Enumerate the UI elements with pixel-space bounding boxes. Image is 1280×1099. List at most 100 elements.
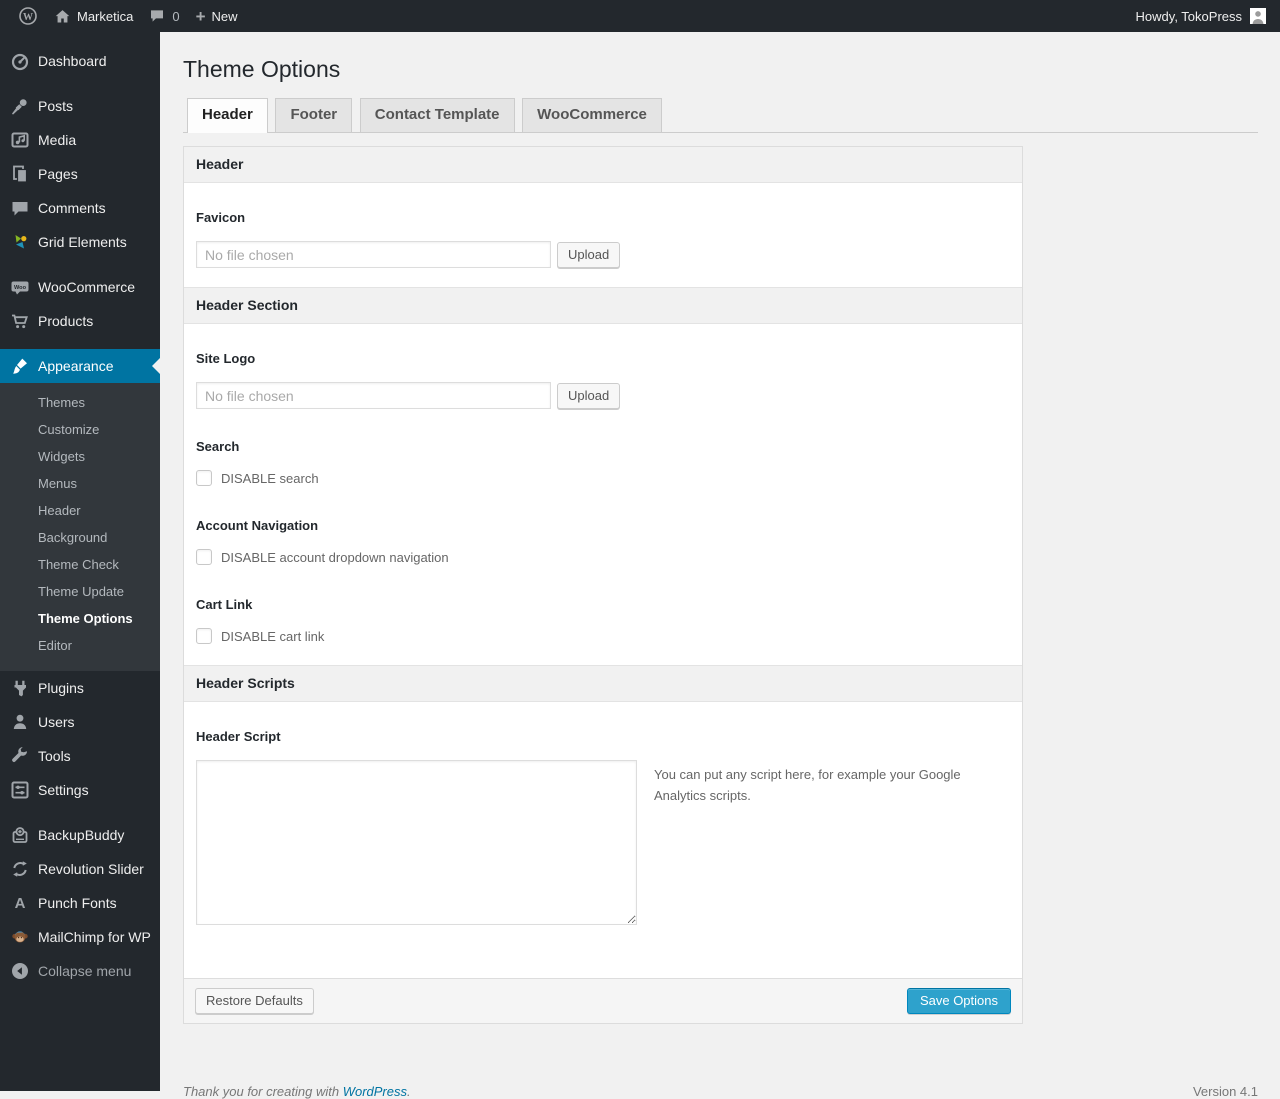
submenu-item-customize[interactable]: Customize [0,416,160,443]
page-footer: Thank you for creating with WordPress. V… [183,1084,1258,1099]
main-content: Theme Options Header Footer Contact Temp… [160,32,1280,1091]
user-icon [10,712,30,732]
disable-account-nav-checkbox[interactable] [196,549,212,565]
wordpress-link[interactable]: WordPress [343,1084,407,1099]
page-title: Theme Options [183,55,1258,84]
sidebar-item-settings[interactable]: Settings [0,773,160,807]
sidebar-item-label: Tools [38,748,71,764]
disable-search-checkbox[interactable] [196,470,212,486]
footer-thanks-text: Thank you for creating with WordPress. [183,1084,411,1099]
cart-icon [10,311,30,331]
panel-footer: Restore Defaults Save Options [184,978,1022,1023]
site-name-link[interactable]: Marketica [46,0,141,32]
sidebar-item-tools[interactable]: Tools [0,739,160,773]
comments-link[interactable]: 0 [141,0,187,32]
tab-footer[interactable]: Footer [275,98,352,132]
sidebar-item-label: Settings [38,782,89,798]
sidebar-item-punch-fonts[interactable]: A Punch Fonts [0,886,160,920]
sidebar-item-users[interactable]: Users [0,705,160,739]
plus-icon: + [196,8,206,25]
submenu-item-theme-options[interactable]: Theme Options [0,605,160,632]
section-heading-header-scripts: Header Scripts [184,665,1022,702]
menu-separator [0,78,160,89]
svg-text:W: W [23,12,33,23]
restore-defaults-button[interactable]: Restore Defaults [195,988,314,1014]
sliders-icon [10,780,30,800]
letter-a-icon: A [10,893,30,913]
cycle-arrows-icon [10,859,30,879]
footer-thanks-prefix: Thank you for creating with [183,1084,339,1099]
favicon-upload-button[interactable]: Upload [557,242,620,268]
submenu-item-theme-update[interactable]: Theme Update [0,578,160,605]
sidebar-item-label: BackupBuddy [38,827,124,843]
sidebar-item-label: MailChimp for WP [38,929,151,945]
account-navigation-label: Account Navigation [196,518,1010,533]
sidebar-item-backupbuddy[interactable]: BackupBuddy [0,818,160,852]
menu-separator [0,259,160,270]
submenu-item-background[interactable]: Background [0,524,160,551]
favicon-file-input[interactable] [196,241,551,268]
sidebar-item-products[interactable]: Products [0,304,160,338]
section-heading-header: Header [184,147,1022,183]
admin-bar: W Marketica 0 + New Howdy, TokoPress [0,0,1280,32]
sidebar-item-label: Appearance [38,358,114,374]
disable-cart-link-checkbox[interactable] [196,628,212,644]
pages-icon [10,164,30,184]
site-logo-file-input[interactable] [196,382,551,409]
brush-icon [10,356,30,376]
sidebar-item-pages[interactable]: Pages [0,157,160,191]
tab-contact-template[interactable]: Contact Template [360,98,515,132]
sidebar-item-dashboard[interactable]: Dashboard [0,44,160,78]
appearance-submenu: Themes Customize Widgets Menus Header Ba… [0,383,160,671]
footer-thanks-suffix: . [407,1084,411,1099]
menu-separator [0,338,160,349]
tab-header[interactable]: Header [187,98,268,133]
howdy-user-link[interactable]: Howdy, TokoPress [1136,9,1242,24]
home-icon [54,8,71,25]
wp-logo-menu[interactable]: W [10,0,46,32]
disable-account-nav-checkbox-label: DISABLE account dropdown navigation [221,550,449,565]
header-script-textarea[interactable] [196,760,637,925]
sidebar-item-label: Plugins [38,680,84,696]
sidebar-item-label: Users [38,714,75,730]
submenu-item-themes[interactable]: Themes [0,389,160,416]
new-content-link[interactable]: + New [188,0,246,32]
sidebar-item-posts[interactable]: Posts [0,89,160,123]
save-options-button[interactable]: Save Options [907,988,1011,1014]
comment-icon [10,198,30,218]
sidebar-item-mailchimp[interactable]: MailChimp for WP [0,920,160,954]
search-label: Search [196,439,1010,454]
monkey-icon [10,927,30,947]
submenu-item-menus[interactable]: Menus [0,470,160,497]
user-avatar[interactable] [1250,8,1266,24]
sidebar-item-label: Products [38,313,93,329]
tab-bar: Header Footer Contact Template WooCommer… [183,98,1258,133]
pushpin-icon [10,96,30,116]
submenu-item-header[interactable]: Header [0,497,160,524]
sidebar-item-grid-elements[interactable]: Grid Elements [0,225,160,259]
site-logo-label: Site Logo [196,351,1010,366]
sidebar-item-label: WooCommerce [38,279,135,295]
disable-search-checkbox-label: DISABLE search [221,471,319,486]
site-name-label: Marketica [77,9,133,24]
cart-link-label: Cart Link [196,597,1010,612]
sidebar-item-appearance[interactable]: Appearance [0,349,160,383]
submenu-item-theme-check[interactable]: Theme Check [0,551,160,578]
submenu-item-editor[interactable]: Editor [0,632,160,659]
site-logo-upload-button[interactable]: Upload [557,383,620,409]
sidebar-item-revolution-slider[interactable]: Revolution Slider [0,852,160,886]
sidebar-item-plugins[interactable]: Plugins [0,671,160,705]
sidebar-item-woocommerce[interactable]: Woo WooCommerce [0,270,160,304]
sidebar-item-label: Dashboard [38,53,107,69]
media-icon [10,130,30,150]
sidebar-item-label: Media [38,132,76,148]
sidebar-item-media[interactable]: Media [0,123,160,157]
header-script-help-text: You can put any script here, for example… [654,764,974,807]
tab-woocommerce[interactable]: WooCommerce [522,98,662,132]
sidebar-item-comments[interactable]: Comments [0,191,160,225]
svg-text:Woo: Woo [14,285,27,291]
submenu-item-widgets[interactable]: Widgets [0,443,160,470]
new-label: New [212,9,238,24]
collapse-menu-button[interactable]: Collapse menu [0,954,160,988]
sidebar-item-label: Grid Elements [38,234,127,250]
